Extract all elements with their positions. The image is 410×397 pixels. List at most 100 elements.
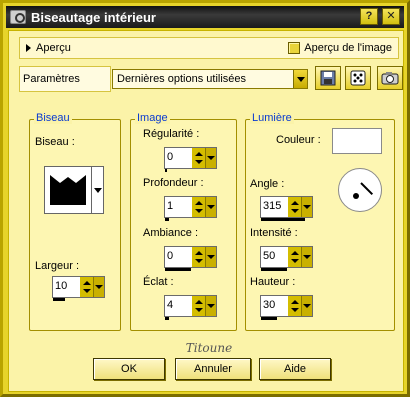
lumiere-group: Lumière Couleur : Angle : 315 Intensité …	[245, 112, 395, 331]
bevel-shape-picker[interactable]	[44, 166, 92, 214]
angle-label: Angle :	[250, 178, 285, 190]
largeur-spinner[interactable]: 10	[52, 276, 105, 301]
biseau-shape-label: Biseau :	[35, 136, 75, 148]
angle-dial-handle	[353, 193, 359, 199]
arrow-up-icon	[290, 201, 299, 205]
camera-reset-icon	[381, 72, 399, 85]
ambiance-spinner[interactable]: 0	[164, 246, 217, 271]
chevron-down-icon	[296, 76, 305, 82]
chevron-down-icon	[93, 187, 102, 193]
preview-image-checkbox[interactable]: Aperçu de l'image	[288, 42, 392, 54]
arrow-up-icon	[194, 300, 203, 304]
arrow-up-icon	[194, 201, 203, 205]
eclat-value: 4	[167, 299, 174, 311]
cancel-button[interactable]: Annuler	[175, 358, 251, 380]
profondeur-slider-track[interactable]	[165, 218, 169, 221]
regularite-value: 0	[167, 151, 174, 163]
profondeur-label: Profondeur :	[143, 177, 204, 189]
camera-icon	[10, 10, 26, 24]
light-color-swatch[interactable]	[332, 128, 382, 154]
close-button[interactable]: ✕	[382, 8, 400, 25]
largeur-stepper[interactable]	[80, 277, 94, 297]
eclat-slider-track[interactable]	[165, 317, 169, 320]
arrow-down-icon	[194, 308, 203, 312]
arrow-down-icon	[194, 259, 203, 263]
preview-bar: Aperçu Aperçu de l'image	[19, 37, 399, 59]
lumiere-group-title: Lumière	[250, 112, 294, 124]
angle-dial[interactable]	[338, 168, 382, 212]
hauteur-slider-track[interactable]	[261, 317, 277, 320]
checkbox-icon	[288, 42, 301, 54]
couleur-label: Couleur :	[276, 134, 321, 146]
largeur-value: 10	[55, 280, 68, 292]
arrow-down-icon	[207, 156, 215, 160]
arrow-down-icon	[303, 255, 311, 259]
angle-spinner[interactable]: 315	[260, 196, 313, 221]
regularite-spinner[interactable]: 0	[164, 147, 217, 172]
hauteur-dropdown[interactable]	[302, 296, 312, 316]
regularite-stepper[interactable]	[192, 148, 206, 168]
profondeur-dropdown[interactable]	[206, 197, 216, 217]
help-button[interactable]: ?	[360, 8, 378, 25]
angle-value: 315	[263, 200, 282, 212]
arrow-down-icon	[303, 205, 311, 209]
preview-toggle-label: Aperçu	[36, 42, 71, 54]
hauteur-spinner[interactable]: 30	[260, 295, 313, 320]
preview-toggle[interactable]: Aperçu	[26, 42, 71, 54]
angle-slider-track[interactable]	[261, 218, 305, 221]
intensite-spinner[interactable]: 50	[260, 246, 313, 271]
eclat-stepper[interactable]	[192, 296, 206, 316]
image-group: Image Régularité : 0 Profondeur : 1 Ambi…	[130, 112, 237, 331]
title-bar[interactable]: Biseautage intérieur ? ✕	[6, 6, 404, 28]
bevel-preview-icon	[50, 175, 86, 205]
largeur-dropdown[interactable]	[94, 277, 104, 297]
floppy-disk-icon	[320, 70, 336, 86]
arrow-down-icon	[82, 289, 91, 293]
presets-row: Paramètres Dernières options utilisées	[19, 66, 403, 92]
reset-preset-button[interactable]	[377, 66, 403, 90]
eclat-dropdown[interactable]	[206, 296, 216, 316]
angle-dropdown[interactable]	[302, 197, 312, 217]
arrow-down-icon	[207, 304, 215, 308]
ambiance-stepper[interactable]	[192, 247, 206, 267]
ambiance-dropdown[interactable]	[206, 247, 216, 267]
save-preset-button[interactable]	[315, 66, 341, 90]
eclat-label: Éclat :	[143, 276, 174, 288]
signature-watermark: Titoune	[185, 341, 233, 355]
window-title: Biseautage intérieur	[31, 9, 156, 25]
arrow-down-icon	[194, 209, 203, 213]
arrow-down-icon	[95, 285, 103, 289]
profondeur-stepper[interactable]	[192, 197, 206, 217]
hauteur-value: 30	[263, 299, 276, 311]
intensite-slider-track[interactable]	[261, 268, 287, 271]
intensite-stepper[interactable]	[288, 247, 302, 267]
hauteur-stepper[interactable]	[288, 296, 302, 316]
arrow-up-icon	[82, 281, 91, 285]
arrow-up-icon	[290, 300, 299, 304]
eclat-spinner[interactable]: 4	[164, 295, 217, 320]
expand-arrow-icon	[26, 44, 31, 52]
intensite-value: 50	[263, 250, 276, 262]
profondeur-value: 1	[167, 200, 174, 212]
arrow-down-icon	[303, 304, 311, 308]
presets-label: Paramètres	[19, 66, 111, 92]
profondeur-spinner[interactable]: 1	[164, 196, 217, 221]
intensite-dropdown[interactable]	[302, 247, 312, 267]
largeur-slider-track[interactable]	[53, 298, 65, 301]
regularite-label: Régularité :	[143, 128, 200, 140]
regularite-slider-track[interactable]	[165, 169, 167, 172]
arrow-up-icon	[290, 251, 299, 255]
bevel-shape-dropdown[interactable]	[92, 166, 104, 214]
preset-select[interactable]: Dernières options utilisées	[112, 69, 308, 89]
ok-button[interactable]: OK	[93, 358, 165, 380]
random-preset-button[interactable]	[345, 66, 371, 90]
biseau-group: Biseau Biseau : Largeur : 10	[29, 112, 121, 331]
arrow-down-icon	[194, 160, 203, 164]
preset-dropdown-button[interactable]	[293, 70, 307, 88]
arrow-down-icon	[207, 255, 215, 259]
arrow-down-icon	[207, 205, 215, 209]
angle-stepper[interactable]	[288, 197, 302, 217]
ambiance-slider-track[interactable]	[165, 268, 191, 271]
help-dialog-button[interactable]: Aide	[259, 358, 331, 380]
regularite-dropdown[interactable]	[206, 148, 216, 168]
